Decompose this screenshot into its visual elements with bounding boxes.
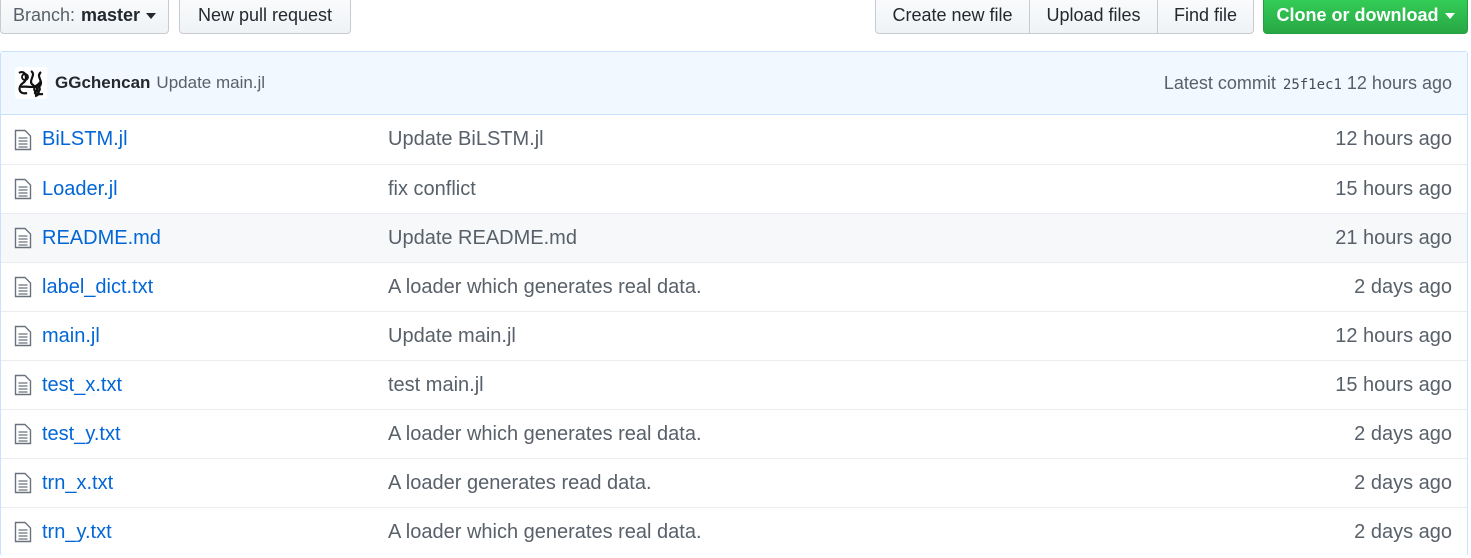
file-commit-message-link[interactable]: A loader which generates real data. xyxy=(388,521,702,544)
file-row: test_y.txt A loader which generates real… xyxy=(1,409,1467,458)
file-text-icon xyxy=(14,129,34,151)
upload-files-button[interactable]: Upload files xyxy=(1029,0,1158,34)
file-commit-message-link[interactable]: A loader which generates real data. xyxy=(388,276,702,299)
file-row: label_dict.txt A loader which generates … xyxy=(1,262,1467,311)
file-commit-message-link[interactable]: Update BiLSTM.jl xyxy=(388,128,544,151)
file-age: 15 hours ago xyxy=(1335,177,1452,200)
file-name-link[interactable]: test_y.txt xyxy=(42,423,388,446)
caret-down-icon xyxy=(1444,13,1455,19)
avatar[interactable] xyxy=(15,67,47,99)
file-text-icon xyxy=(14,227,34,249)
file-commit-message-link[interactable]: Update README.md xyxy=(388,227,577,250)
file-age: 2 days ago xyxy=(1354,520,1452,543)
file-row: BiLSTM.jl Update BiLSTM.jl 12 hours ago xyxy=(1,115,1467,164)
repo-toolbar: Branch: master New pull request Create n… xyxy=(0,0,1471,52)
file-row: main.jl Update main.jl 12 hours ago xyxy=(1,311,1467,360)
file-list-box: GGchencan Update main.jl Latest commit 2… xyxy=(0,51,1468,556)
file-row: trn_y.txt A loader which generates real … xyxy=(1,507,1467,556)
file-age: 2 days ago xyxy=(1354,422,1452,445)
commit-sha-link[interactable]: 25f1ec1 xyxy=(1283,77,1342,93)
file-commit-message-link[interactable]: A loader generates read data. xyxy=(388,472,652,495)
clone-label: Clone or download xyxy=(1276,4,1439,25)
file-row: trn_x.txt A loader generates read data. … xyxy=(1,458,1467,507)
file-name-link[interactable]: BiLSTM.jl xyxy=(42,128,388,151)
file-text-icon xyxy=(14,521,34,543)
file-commit-message-link[interactable]: fix conflict xyxy=(388,178,476,201)
file-name-link[interactable]: test_x.txt xyxy=(42,374,388,397)
file-age: 2 days ago xyxy=(1354,471,1452,494)
file-age: 15 hours ago xyxy=(1335,373,1452,396)
branch-select-button[interactable]: Branch: master xyxy=(0,0,169,34)
caret-down-icon xyxy=(146,13,157,19)
file-text-icon xyxy=(14,178,34,200)
latest-commit-label: Latest commit xyxy=(1163,72,1276,93)
file-age: 2 days ago xyxy=(1354,275,1452,298)
file-name-link[interactable]: label_dict.txt xyxy=(42,276,388,299)
file-name-link[interactable]: trn_x.txt xyxy=(42,472,388,495)
file-text-icon xyxy=(14,325,34,347)
file-text-icon xyxy=(14,374,34,396)
new-pull-request-button[interactable]: New pull request xyxy=(179,0,351,34)
file-row: test_x.txt test main.jl 15 hours ago xyxy=(1,360,1467,409)
file-commit-message-link[interactable]: Update main.jl xyxy=(388,325,516,348)
branch-value: master xyxy=(81,4,141,25)
latest-commit-info: Latest commit 25f1ec1 12 hours ago xyxy=(1164,73,1452,94)
file-text-icon xyxy=(14,276,34,298)
file-name-link[interactable]: main.jl xyxy=(42,325,388,348)
file-commit-message-link[interactable]: A loader which generates real data. xyxy=(388,423,702,446)
commit-age: 12 hours ago xyxy=(1346,72,1452,93)
file-age: 12 hours ago xyxy=(1335,128,1452,150)
file-row: Loader.jl fix conflict 15 hours ago xyxy=(1,164,1467,213)
file-rows: BiLSTM.jl Update BiLSTM.jl 12 hours ago … xyxy=(1,115,1467,556)
file-name-link[interactable]: trn_y.txt xyxy=(42,521,388,544)
file-age: 12 hours ago xyxy=(1335,324,1452,347)
find-file-button[interactable]: Find file xyxy=(1157,0,1254,34)
file-text-icon xyxy=(14,472,34,494)
file-name-link[interactable]: README.md xyxy=(42,227,388,250)
file-commit-message-link[interactable]: test main.jl xyxy=(388,374,484,397)
commit-message-link[interactable]: Update main.jl xyxy=(156,73,265,93)
file-row: README.md Update README.md 21 hours ago xyxy=(1,213,1467,262)
clone-or-download-button[interactable]: Clone or download xyxy=(1263,0,1468,34)
branch-label: Branch: xyxy=(12,4,75,25)
file-age: 21 hours ago xyxy=(1335,226,1452,249)
latest-commit-bar: GGchencan Update main.jl Latest commit 2… xyxy=(1,52,1467,115)
commit-author-link[interactable]: GGchencan xyxy=(55,73,150,93)
file-name-link[interactable]: Loader.jl xyxy=(42,178,388,201)
file-text-icon xyxy=(14,423,34,445)
file-actions-group: Create new file Upload files Find file xyxy=(875,0,1254,34)
create-new-file-button[interactable]: Create new file xyxy=(875,0,1030,34)
